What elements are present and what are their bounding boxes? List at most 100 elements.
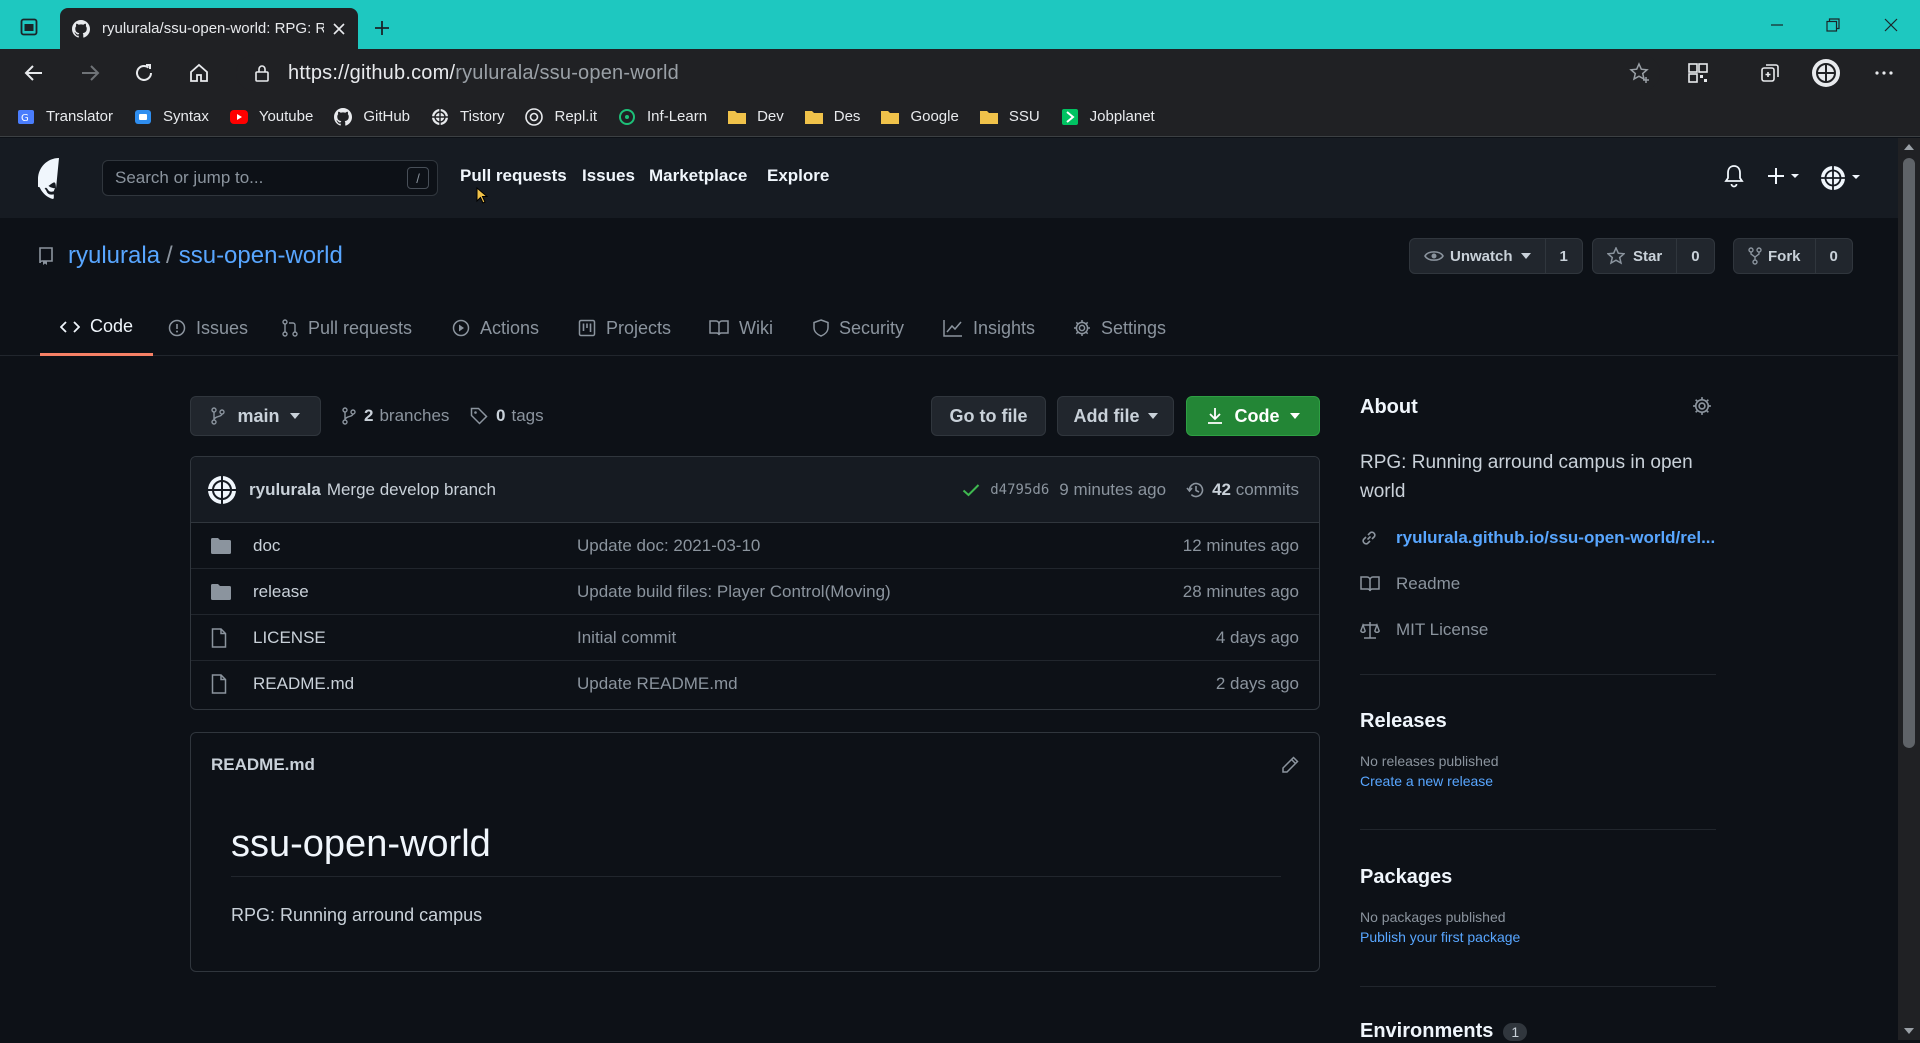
tags-link[interactable]: 0 tags	[470, 406, 544, 426]
commits-link[interactable]: 42 commits	[1212, 480, 1299, 500]
nav-issues[interactable]: Issues	[582, 166, 635, 186]
repo-owner-link[interactable]: ryulurala	[68, 242, 160, 270]
about-license-link[interactable]: MIT License	[1360, 620, 1488, 640]
bookmark-replit[interactable]: Repl.it	[524, 107, 597, 127]
collections-icon[interactable]	[1752, 57, 1788, 89]
add-file-button[interactable]: Add file	[1057, 396, 1174, 436]
star-count[interactable]: 0	[1677, 248, 1713, 265]
releases-title[interactable]: Releases	[1360, 710, 1716, 733]
scroll-down-arrow-icon[interactable]	[1904, 1028, 1914, 1034]
check-icon[interactable]	[962, 483, 980, 497]
tab-close-icon[interactable]	[332, 22, 346, 36]
bookmark-label: GitHub	[363, 108, 411, 125]
new-tab-button[interactable]	[368, 14, 396, 42]
create-release-link[interactable]: Create a new release	[1360, 773, 1716, 789]
readme-filename: README.md	[211, 755, 315, 774]
branches-link[interactable]: 2 branches	[342, 406, 449, 426]
github-logo-icon[interactable]	[38, 158, 80, 200]
repo-name-link[interactable]: ssu-open-world	[179, 242, 343, 270]
bookmark-folder-google[interactable]: Google	[880, 107, 959, 127]
bookmark-tistory[interactable]: Tistory	[430, 107, 504, 127]
tab-actions-icon[interactable]	[14, 14, 44, 40]
file-name-link[interactable]: release	[253, 582, 577, 602]
publish-package-link[interactable]: Publish your first package	[1360, 929, 1716, 945]
tab-actions[interactable]: Actions	[452, 300, 539, 356]
tab-pull-requests[interactable]: Pull requests	[282, 300, 412, 356]
commit-message[interactable]: Merge develop branch	[327, 480, 496, 500]
tab-code[interactable]: Code	[40, 300, 154, 356]
nav-marketplace[interactable]: Marketplace	[649, 166, 747, 186]
tab-settings[interactable]: Settings	[1073, 300, 1166, 356]
forward-icon[interactable]	[72, 57, 108, 89]
globe-icon	[430, 107, 450, 127]
packages-title[interactable]: Packages	[1360, 866, 1716, 889]
commit-sha[interactable]: d4795d6	[990, 482, 1049, 498]
tab-security[interactable]: Security	[813, 300, 904, 356]
about-readme-link[interactable]: Readme	[1360, 574, 1460, 594]
file-name-link[interactable]: README.md	[253, 674, 577, 694]
favorite-star-icon[interactable]	[1622, 57, 1658, 89]
home-icon[interactable]	[181, 57, 217, 89]
watch-count[interactable]: 1	[1546, 248, 1582, 265]
about-website-link[interactable]: ryulurala.github.io/ssu-open-world/rel..…	[1360, 528, 1715, 548]
tab-label: Pull requests	[308, 317, 413, 338]
download-icon	[1207, 407, 1223, 425]
scrollbar-thumb[interactable]	[1903, 158, 1915, 748]
nav-explore[interactable]: Explore	[767, 166, 829, 186]
create-new-plus-icon[interactable]	[1766, 164, 1802, 188]
tab-projects[interactable]: Projects	[578, 300, 671, 356]
star-label-group[interactable]: Star	[1593, 239, 1678, 273]
user-avatar-icon[interactable]	[1820, 164, 1866, 192]
author-avatar[interactable]	[207, 475, 237, 505]
restore-icon[interactable]	[1809, 10, 1857, 40]
reload-icon[interactable]	[126, 57, 162, 89]
bookmark-label: Translator	[46, 108, 113, 125]
commit-author[interactable]: ryulurala	[249, 480, 321, 500]
bookmark-jobplanet[interactable]: Jobplanet	[1060, 107, 1155, 127]
tab-insights[interactable]: Insights	[943, 300, 1035, 356]
tab-wiki[interactable]: Wiki	[709, 300, 773, 356]
tab-issues[interactable]: Issues	[168, 300, 248, 356]
scroll-up-arrow-icon[interactable]	[1904, 144, 1914, 150]
watch-label-group[interactable]: Unwatch	[1410, 239, 1546, 273]
fork-count[interactable]: 0	[1816, 248, 1852, 265]
back-icon[interactable]	[16, 57, 52, 89]
bookmark-github[interactable]: GitHub	[333, 107, 410, 127]
bookmark-inflearn[interactable]: Inf-Learn	[617, 107, 707, 127]
branch-select-button[interactable]: main	[190, 396, 321, 436]
star-button[interactable]: Star 0	[1592, 238, 1715, 274]
minimize-icon[interactable]	[1753, 10, 1801, 40]
notifications-bell-icon[interactable]	[1723, 164, 1745, 188]
browser-tab[interactable]: ryulurala/ssu-open-world: RPG: Running a…	[60, 8, 358, 49]
bookmark-folder-ssu[interactable]: SSU	[979, 107, 1040, 127]
file-name-link[interactable]: doc	[253, 536, 577, 556]
pencil-edit-icon[interactable]	[1281, 756, 1299, 774]
file-name-link[interactable]: LICENSE	[253, 628, 577, 648]
more-menu-icon[interactable]	[1866, 57, 1902, 89]
page-scrollbar[interactable]	[1898, 138, 1920, 1040]
lock-icon[interactable]	[254, 64, 270, 82]
code-download-button[interactable]: Code	[1186, 396, 1320, 436]
github-search-input[interactable]: Search or jump to... /	[102, 160, 438, 196]
file-age: 4 days ago	[1215, 627, 1299, 647]
qr-code-icon[interactable]	[1680, 57, 1716, 89]
bookmark-syntax[interactable]: Syntax	[133, 107, 209, 127]
bookmark-folder-dev[interactable]: Dev	[727, 107, 784, 127]
nav-pull-requests[interactable]: Pull requests	[460, 166, 567, 186]
file-commit-message[interactable]: Update build files: Player Control(Movin…	[577, 582, 1183, 602]
file-commit-message[interactable]: Initial commit	[577, 628, 1216, 648]
address-bar[interactable]: https://github.com/ryulurala/ssu-open-wo…	[236, 55, 1660, 91]
profile-avatar-icon[interactable]	[1808, 57, 1844, 89]
bookmark-translator[interactable]: G Translator	[16, 107, 113, 127]
fork-button[interactable]: Fork 0	[1733, 238, 1853, 274]
window-close-icon[interactable]	[1867, 10, 1915, 40]
file-commit-message[interactable]: Update README.md	[577, 674, 1216, 694]
bookmark-youtube[interactable]: Youtube	[229, 107, 313, 127]
shield-icon	[813, 319, 829, 337]
bookmark-folder-des[interactable]: Des	[804, 107, 860, 127]
fork-label-group[interactable]: Fork	[1734, 239, 1816, 273]
about-settings-gear-icon[interactable]	[1692, 396, 1712, 416]
watch-button[interactable]: Unwatch 1	[1409, 238, 1583, 274]
go-to-file-button[interactable]: Go to file	[931, 396, 1046, 436]
file-commit-message[interactable]: Update doc: 2021-03-10	[577, 536, 1183, 556]
